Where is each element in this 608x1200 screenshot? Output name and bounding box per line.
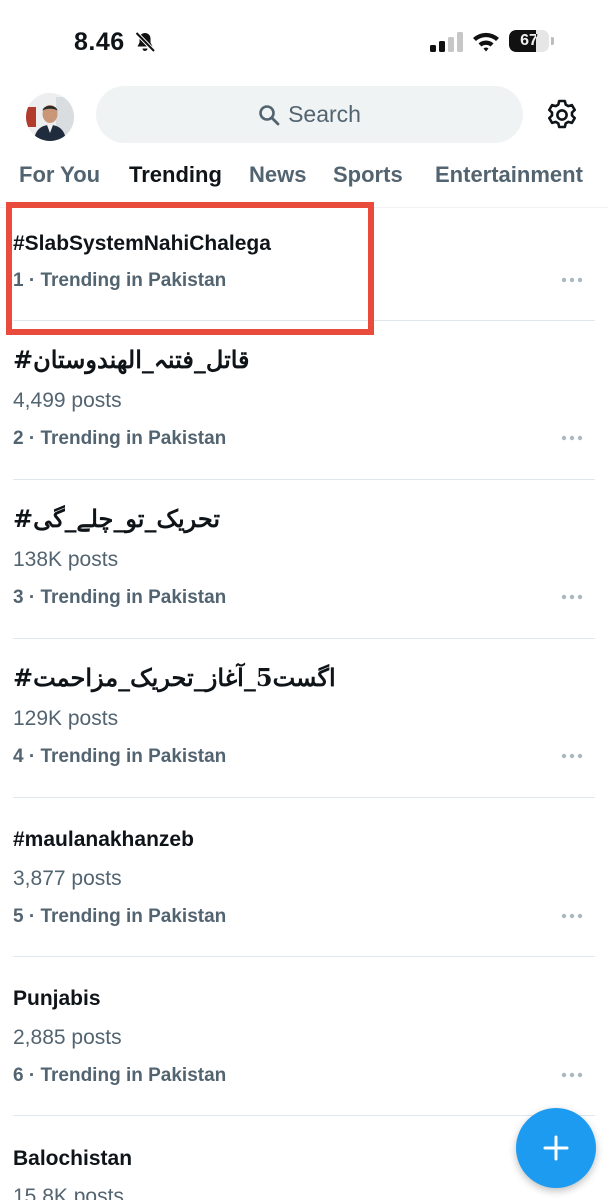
trend-posts: 3,877 posts <box>13 867 122 890</box>
search-placeholder: Search <box>288 101 361 127</box>
tab-news[interactable]: News <box>249 162 306 188</box>
avatar-image <box>26 93 74 141</box>
highlight-box <box>6 202 374 335</box>
trend-meta: 5 · Trending in Pakistan <box>13 906 227 927</box>
more-options-icon[interactable] <box>560 912 584 920</box>
cellular-signal-icon <box>430 32 463 52</box>
trend-item[interactable]: Punjabis 2,885 posts 6 · Trending in Pak… <box>0 957 608 1115</box>
bell-muted-icon <box>135 31 156 53</box>
tab-for-you[interactable]: For You <box>19 162 100 188</box>
trend-posts: 4,499 posts <box>13 389 122 412</box>
trend-title: #تحریک_تو_چلے_گی <box>13 504 221 533</box>
battery-indicator: 67 <box>509 30 555 52</box>
trend-posts: 129K posts <box>13 707 119 730</box>
trend-item[interactable]: #تحریک_تو_چلے_گی 138K posts 3 · Trending… <box>0 480 608 638</box>
trend-meta: 4 · Trending in Pakistan <box>13 746 227 767</box>
trend-title: #maulanakhanzeb <box>13 828 194 851</box>
profile-avatar[interactable] <box>26 93 74 141</box>
status-bar: 8.46 67 <box>0 0 608 84</box>
battery-percent: 67 <box>520 32 538 49</box>
trend-posts: 15.8K posts <box>13 1185 124 1200</box>
tab-entertainment[interactable]: Entertainment <box>435 162 583 188</box>
compose-button[interactable] <box>516 1108 596 1188</box>
settings-gear-icon[interactable] <box>545 98 579 132</box>
status-time: 8.46 <box>74 28 125 56</box>
trend-title: Balochistan <box>13 1147 133 1170</box>
trend-posts: 138K posts <box>13 548 119 571</box>
search-icon <box>259 104 280 125</box>
trend-title: Punjabis <box>13 987 101 1010</box>
trend-title: #اگست5_آغاز_تحریک_مزاحمت <box>13 663 336 692</box>
trend-item[interactable]: #اگست5_آغاز_تحریک_مزاحمت 129K posts 4 · … <box>0 639 608 797</box>
more-options-icon[interactable] <box>560 276 584 284</box>
trend-item[interactable]: #قاتل_فتنہ_الهندوستان 4,499 posts 2 · Tr… <box>0 321 608 479</box>
more-options-icon[interactable] <box>560 593 584 601</box>
plus-icon <box>543 1135 569 1161</box>
more-options-icon[interactable] <box>560 752 584 760</box>
more-options-icon[interactable] <box>560 1071 584 1079</box>
trend-title: #قاتل_فتنہ_الهندوستان <box>13 345 250 374</box>
trend-meta: 6 · Trending in Pakistan <box>13 1065 227 1086</box>
wifi-icon <box>473 32 499 52</box>
trend-meta: 3 · Trending in Pakistan <box>13 587 227 608</box>
search-bar[interactable]: Search <box>96 86 523 143</box>
tab-sports[interactable]: Sports <box>333 162 403 188</box>
tab-trending[interactable]: Trending <box>129 162 222 188</box>
trend-posts: 2,885 posts <box>13 1026 122 1049</box>
trend-item[interactable]: #maulanakhanzeb 3,877 posts 5 · Trending… <box>0 798 608 956</box>
more-options-icon[interactable] <box>560 434 584 442</box>
trend-meta: 2 · Trending in Pakistan <box>13 428 227 449</box>
explore-tabs: For You Trending News Sports Entertainme… <box>0 158 608 208</box>
